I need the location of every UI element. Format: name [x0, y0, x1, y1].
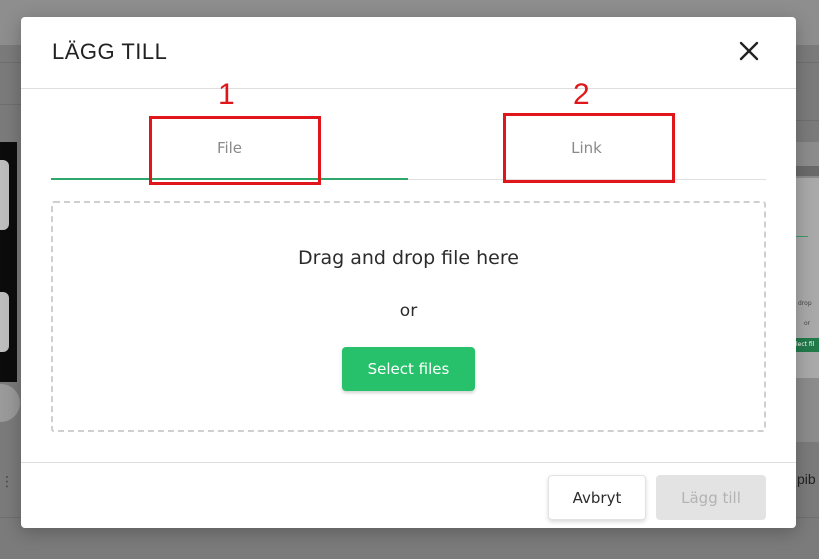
close-icon: [739, 41, 759, 61]
dialog-header: LÄGG TILL: [21, 17, 796, 89]
cancel-button[interactable]: Avbryt: [548, 475, 646, 520]
dropzone-instructions: Drag and drop file here: [298, 247, 519, 269]
background-divider: [0, 104, 21, 105]
dialog-title: LÄGG TILL: [52, 39, 168, 64]
background-round-button: [0, 384, 20, 422]
background-label: pib: [797, 471, 816, 487]
dialog-footer: Avbryt Lägg till: [21, 462, 796, 529]
background-panel: drop or lect fil: [796, 142, 819, 442]
file-dropzone[interactable]: Drag and drop file here or Select files: [51, 201, 766, 432]
add-dialog: LÄGG TILL File Link 1 2 Drag and drop fi…: [21, 17, 796, 528]
background-drop-text: drop: [798, 300, 812, 307]
annotation-number-2: 2: [573, 78, 590, 111]
dropzone-or: or: [399, 301, 418, 321]
background-dots: ⋮: [0, 474, 14, 490]
background-divider: [0, 62, 21, 63]
annotation-number-1: 1: [218, 78, 235, 111]
select-files-button[interactable]: Select files: [342, 347, 475, 391]
annotation-box-2: [503, 113, 675, 183]
background-or-text: or: [804, 320, 811, 327]
add-button[interactable]: Lägg till: [656, 475, 766, 520]
background-select-text: lect fil: [796, 341, 815, 348]
background-divider: [796, 120, 819, 121]
close-button[interactable]: [738, 40, 760, 62]
annotation-box-1: [149, 116, 321, 185]
background-divider: [796, 62, 819, 63]
background-image: [0, 142, 17, 382]
